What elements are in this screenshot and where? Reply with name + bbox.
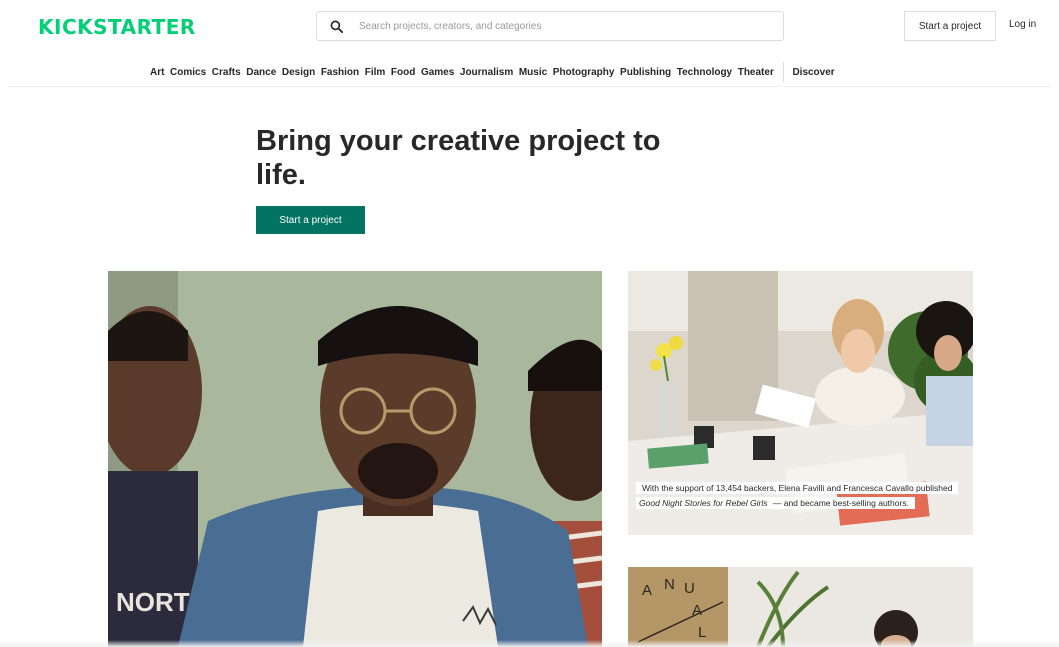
- caption-text-after: — and became best-selling authors.: [767, 497, 912, 509]
- search-bar[interactable]: [316, 11, 784, 41]
- svg-text:N: N: [664, 576, 675, 593]
- svg-text:L: L: [698, 624, 706, 641]
- featured-photo-illustration: NORT: [108, 271, 602, 647]
- category-publishing[interactable]: Publishing: [620, 67, 671, 78]
- featured-project-image[interactable]: NORT: [108, 271, 602, 647]
- svg-text:A: A: [642, 582, 652, 599]
- kickstarter-logo[interactable]: KICKSTARTER: [38, 15, 196, 39]
- category-fashion[interactable]: Fashion: [321, 67, 359, 78]
- discover-link[interactable]: Discover: [792, 67, 834, 78]
- category-theater[interactable]: Theater: [738, 67, 774, 78]
- search-input[interactable]: [357, 19, 741, 33]
- category-nav: Art Comics Crafts Dance Design Fashion F…: [150, 62, 840, 82]
- secondary-project-image[interactable]: A N U A L: [628, 567, 973, 647]
- svg-text:NORT: NORT: [116, 587, 190, 617]
- category-music[interactable]: Music: [519, 67, 547, 78]
- nav-separator: [783, 62, 785, 82]
- category-dance[interactable]: Dance: [246, 67, 276, 78]
- hero-start-project-button[interactable]: Start a project: [256, 206, 365, 234]
- category-art[interactable]: Art: [150, 67, 164, 78]
- category-film[interactable]: Film: [365, 67, 386, 78]
- success-story-image[interactable]: With the support of 13,454 backers, Elen…: [628, 271, 973, 535]
- category-food[interactable]: Food: [391, 67, 415, 78]
- category-photography[interactable]: Photography: [553, 67, 615, 78]
- category-games[interactable]: Games: [421, 67, 454, 78]
- success-story-caption: With the support of 13,454 backers, Elen…: [636, 481, 961, 511]
- header-divider: [8, 86, 1051, 87]
- caption-project-title[interactable]: Good Night Stories for Rebel Girls: [639, 498, 768, 508]
- search-icon: [330, 20, 343, 33]
- caption-text-before: With the support of 13,454 backers, Elen…: [639, 482, 956, 494]
- start-project-button[interactable]: Start a project: [904, 11, 996, 41]
- category-design[interactable]: Design: [282, 67, 315, 78]
- category-crafts[interactable]: Crafts: [212, 67, 241, 78]
- category-comics[interactable]: Comics: [170, 67, 206, 78]
- login-link[interactable]: Log in: [1009, 19, 1036, 30]
- category-journalism[interactable]: Journalism: [460, 67, 513, 78]
- secondary-photo-illustration: A N U A L: [628, 567, 973, 647]
- bottom-fade: [0, 640, 1059, 647]
- category-technology[interactable]: Technology: [677, 67, 732, 78]
- hero-title: Bring your creative project to life.: [256, 125, 661, 191]
- svg-text:U: U: [684, 580, 695, 597]
